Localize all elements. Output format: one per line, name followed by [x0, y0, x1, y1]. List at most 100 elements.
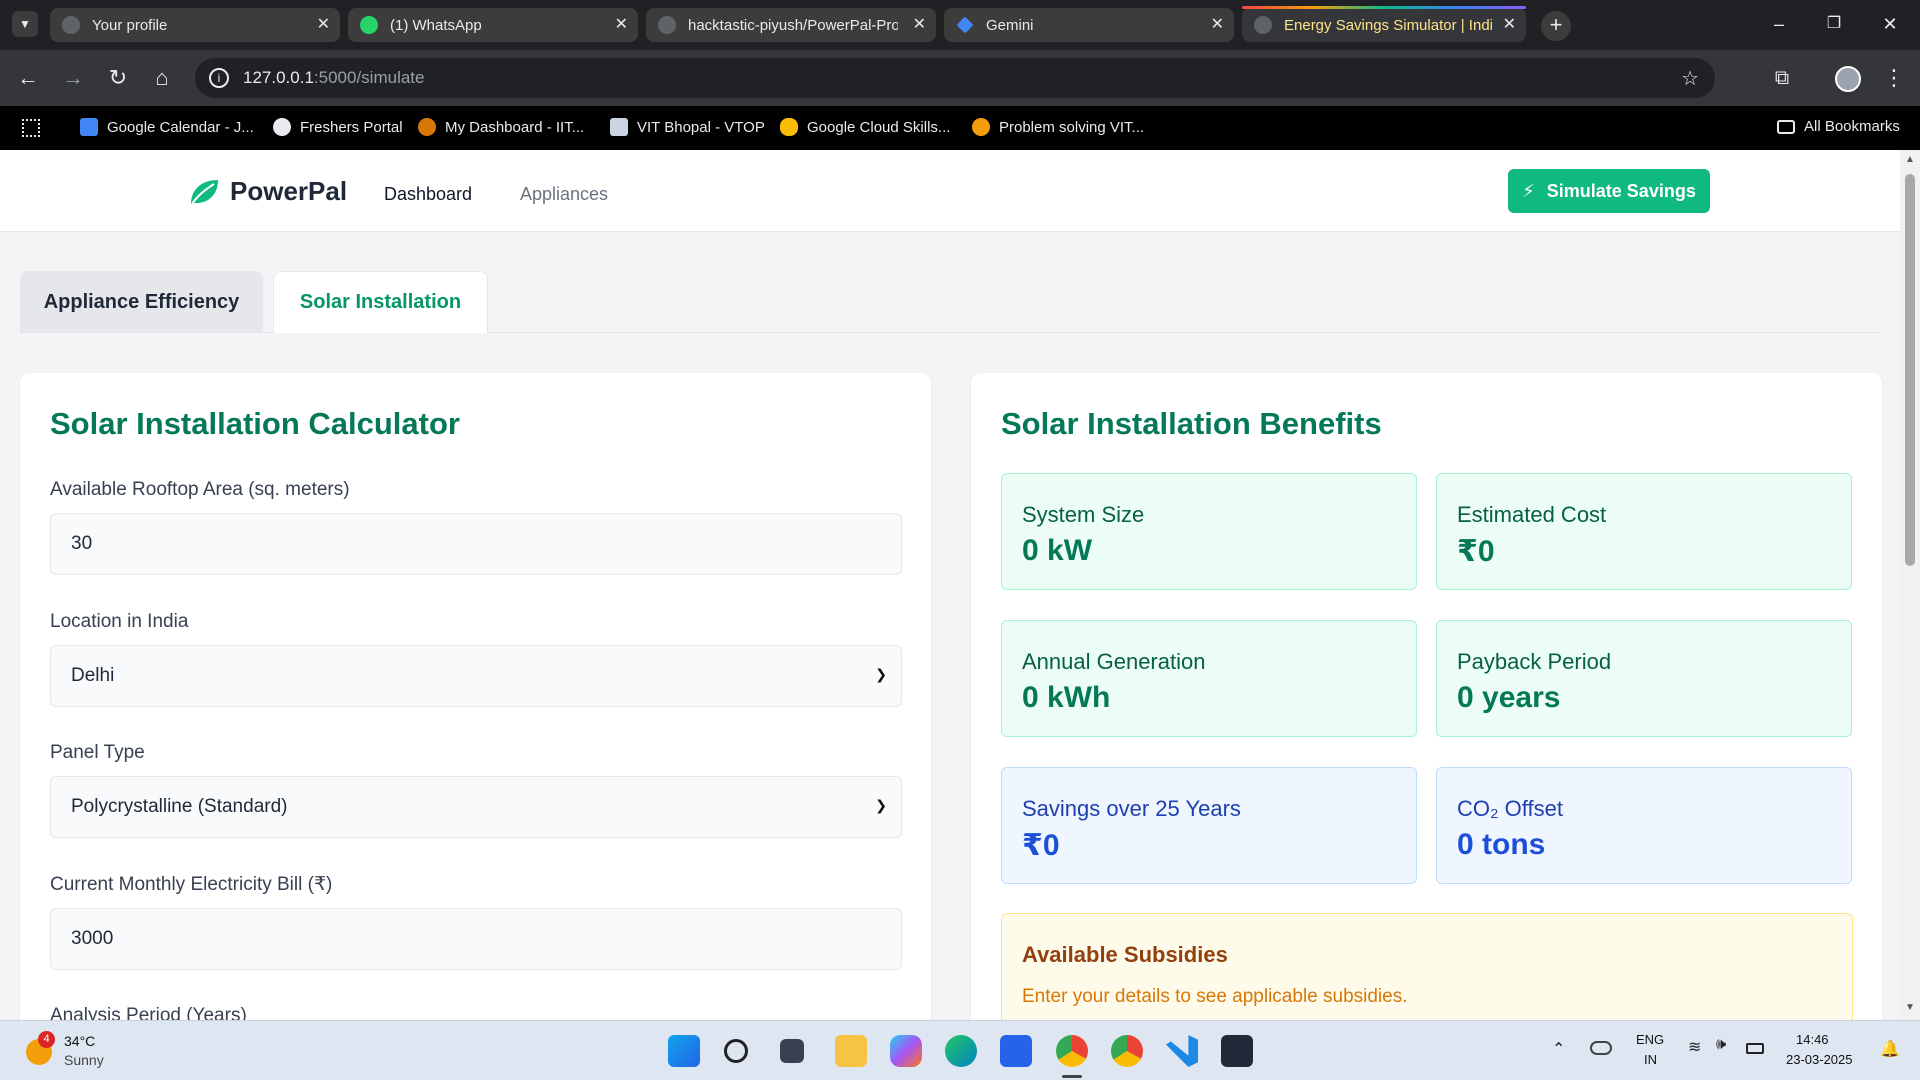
tab-color-strip [1242, 6, 1526, 9]
stat-annual-generation: Annual Generation 0 kWh [1001, 620, 1417, 737]
calculator-tabs: Appliance Efficiency Solar Installation [20, 271, 1880, 333]
notification-bell-icon[interactable]: 🔔 [1880, 1039, 1900, 1059]
browser-tab[interactable]: Your profile ✕ [50, 8, 340, 42]
bookmark-item[interactable]: VIT Bhopal - VTOP [610, 118, 765, 136]
tab-search-button[interactable]: ▼ [12, 11, 38, 37]
bookmark-item[interactable]: Freshers Portal [273, 118, 403, 136]
stat-label: Estimated Cost [1457, 502, 1607, 527]
home-button[interactable]: ⌂ [148, 64, 176, 92]
brand-name: PowerPal [230, 176, 348, 206]
monthly-bill-value: 3000 [71, 928, 114, 949]
bookmark-item[interactable]: Google Calendar - J... [80, 118, 254, 136]
language-indicator[interactable]: ENG [1636, 1032, 1664, 1047]
chrome-icon[interactable] [1056, 1035, 1088, 1067]
close-tab-icon[interactable]: ✕ [1503, 14, 1516, 34]
rooftop-area-input[interactable]: 30 [50, 513, 902, 575]
terminal-icon[interactable] [1221, 1035, 1253, 1067]
simulate-savings-label: Simulate Savings [1546, 180, 1696, 201]
bookmark-label: Problem solving VIT... [999, 118, 1145, 136]
weather-desc: Sunny [64, 1052, 104, 1068]
windows-taskbar: 4 34°C Sunny ⌃ ENG IN ≋ 🕪 14:46 23-03-20… [0, 1020, 1920, 1080]
clock-time[interactable]: 14:46 [1796, 1032, 1829, 1047]
bookmark-item[interactable]: Problem solving VIT... [972, 118, 1144, 136]
tab-solar-installation[interactable]: Solar Installation [273, 271, 488, 333]
stat-co2-offset: CO₂ Offset 0 tons [1436, 767, 1852, 884]
start-menu-icon[interactable] [668, 1035, 700, 1067]
volume-icon[interactable]: 🕪 [1716, 1036, 1726, 1054]
folder-icon [1777, 119, 1795, 134]
back-button[interactable]: ← [14, 64, 42, 92]
page-scrollbar[interactable]: ▲ ▼ [1900, 150, 1920, 1020]
battery-icon[interactable] [1746, 1043, 1764, 1054]
nav-dashboard[interactable]: Dashboard [384, 184, 472, 205]
close-tab-icon[interactable]: ✕ [913, 14, 926, 34]
brand-logo[interactable]: PowerPal [188, 176, 347, 207]
browser-tab[interactable]: Gemini ✕ [944, 8, 1234, 42]
chrome-menu-icon[interactable]: ⋮ [1880, 64, 1908, 92]
simulate-savings-button[interactable]: ⚡ Simulate Savings [1508, 169, 1710, 213]
close-tab-icon[interactable]: ✕ [317, 14, 330, 34]
scroll-down-icon[interactable]: ▼ [1905, 1002, 1915, 1013]
location-value: Delhi [71, 665, 115, 686]
url-host: 127.0.0.1 [243, 68, 314, 87]
file-explorer-icon[interactable] [835, 1035, 867, 1067]
panel-type-label: Panel Type [50, 742, 145, 763]
bookmark-item[interactable]: My Dashboard - IIT... [418, 118, 584, 136]
stat-value: ₹0 [1457, 535, 1495, 568]
extensions-icon[interactable]: ⧉ [1768, 64, 1796, 92]
nav-appliances[interactable]: Appliances [520, 184, 608, 205]
tab-title: Gemini [986, 16, 1034, 34]
bookmark-item[interactable]: Google Cloud Skills... [780, 118, 950, 136]
panel-type-select[interactable]: Polycrystalline (Standard) ❯ [50, 776, 902, 838]
microsoft-store-icon[interactable] [1000, 1035, 1032, 1067]
close-tab-icon[interactable]: ✕ [1211, 14, 1224, 34]
onedrive-icon[interactable] [1590, 1041, 1612, 1055]
github-icon [62, 16, 80, 34]
available-subsidies-box: Available Subsidies Enter your details t… [1001, 913, 1853, 1020]
stat-value: 0 kW [1022, 534, 1093, 567]
vscode-icon[interactable] [1166, 1035, 1198, 1067]
new-tab-button[interactable]: + [1541, 11, 1571, 41]
scroll-up-icon[interactable]: ▲ [1905, 154, 1915, 165]
tab-appliance-efficiency[interactable]: Appliance Efficiency [20, 271, 263, 333]
site-info-icon[interactable]: i [209, 68, 229, 88]
leaf-icon [191, 179, 218, 205]
chevron-down-icon: ❯ [875, 666, 887, 682]
wifi-icon[interactable]: ≋ [1688, 1037, 1701, 1057]
benefits-title: Solar Installation Benefits [1001, 406, 1382, 441]
weather-widget[interactable]: 4 34°C Sunny [26, 1031, 146, 1071]
stat-label: Annual Generation [1022, 649, 1206, 674]
tab-title: hacktastic-piyush/PowerPal-Pro [688, 16, 898, 34]
globe-icon [273, 118, 291, 136]
profile-avatar[interactable] [1835, 66, 1861, 92]
scrollbar-thumb[interactable] [1905, 174, 1915, 566]
forward-button[interactable]: → [59, 64, 87, 92]
location-select[interactable]: Delhi ❯ [50, 645, 902, 707]
address-bar[interactable]: i 127.0.0.1:5000/simulate ☆ [195, 58, 1715, 98]
clock-date[interactable]: 23-03-2025 [1786, 1052, 1853, 1067]
all-bookmarks-button[interactable]: All Bookmarks [1777, 118, 1900, 135]
browser-tab[interactable]: hacktastic-piyush/PowerPal-Pro ✕ [646, 8, 936, 42]
close-window-button[interactable]: ✕ [1876, 10, 1904, 38]
bookmark-label: My Dashboard - IIT... [445, 118, 585, 136]
copilot-icon[interactable] [890, 1035, 922, 1067]
close-tab-icon[interactable]: ✕ [615, 14, 628, 34]
monthly-bill-input[interactable]: 3000 [50, 908, 902, 970]
dashboard-icon [418, 118, 436, 136]
chrome-icon[interactable] [1111, 1035, 1143, 1067]
minimize-button[interactable]: – [1765, 10, 1793, 38]
browser-tab-active[interactable]: Energy Savings Simulator | Indi ✕ [1242, 6, 1526, 42]
restore-button[interactable]: ❐ [1820, 10, 1848, 38]
search-icon[interactable] [724, 1039, 748, 1063]
calculator-title: Solar Installation Calculator [50, 406, 460, 441]
apps-grid-icon[interactable] [22, 119, 40, 137]
browser-tab[interactable]: (1) WhatsApp ✕ [348, 8, 638, 42]
reload-button[interactable]: ↻ [104, 64, 132, 92]
stat-label: System Size [1022, 502, 1145, 527]
edge-icon[interactable] [945, 1035, 977, 1067]
chevron-up-icon[interactable]: ⌃ [1552, 1039, 1565, 1059]
task-view-icon[interactable] [780, 1039, 804, 1063]
stat-savings-25-years: Savings over 25 Years ₹0 [1001, 767, 1417, 884]
bookmark-star-icon[interactable]: ☆ [1681, 66, 1699, 91]
browser-toolbar: ← → ↻ ⌂ i 127.0.0.1:5000/simulate ☆ ⧉ ⋮ [0, 50, 1920, 106]
